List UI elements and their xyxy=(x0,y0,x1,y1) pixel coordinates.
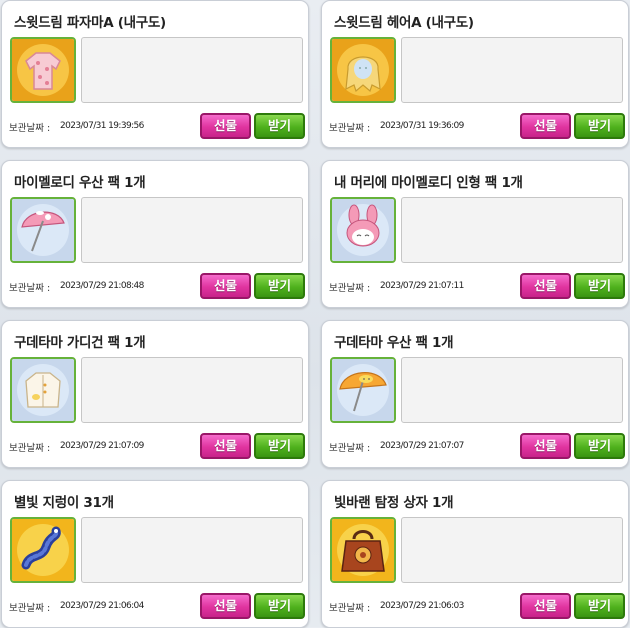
receive-button[interactable]: 받기 xyxy=(254,433,305,459)
receive-button[interactable]: 받기 xyxy=(574,593,625,619)
storage-date-label: 보관날짜 : xyxy=(329,123,371,134)
storage-item-card: 마이멜로디 우산 팩 1개 보관날짜 : 2023/07/29 21:08:48… xyxy=(1,160,309,308)
storage-date-label: 보관날짜 : xyxy=(9,283,51,294)
storage-date-label: 보관날짜 : xyxy=(9,603,51,614)
gift-button[interactable]: 선물 xyxy=(200,273,251,299)
gift-button[interactable]: 선물 xyxy=(520,273,571,299)
storage-date-label: 보관날짜 : xyxy=(329,603,371,614)
storage-date: 2023/07/29 21:07:09 xyxy=(60,441,144,451)
gift-button[interactable]: 선물 xyxy=(520,113,571,139)
item-title: 내 머리에 마이멜로디 인형 팩 1개 xyxy=(334,175,523,191)
storage-date-label: 보관날짜 : xyxy=(9,443,51,454)
storage-date: 2023/07/29 21:06:03 xyxy=(380,601,464,611)
cardigan-icon xyxy=(10,357,76,423)
my-melody-doll-icon xyxy=(330,197,396,263)
receive-button[interactable]: 받기 xyxy=(574,433,625,459)
receive-button[interactable]: 받기 xyxy=(254,593,305,619)
storage-item-card: 스윗드림 헤어A (내구도) 보관날짜 : 2023/07/31 19:36:0… xyxy=(321,0,629,148)
item-description-box xyxy=(401,37,623,103)
storage-item-card: 별빛 지렁이 31개 보관날짜 : 2023/07/29 21:06:04 선물… xyxy=(1,480,309,628)
storage-date: 2023/07/29 21:08:48 xyxy=(60,281,144,291)
item-title: 스윗드림 헤어A (내구도) xyxy=(334,15,474,31)
storage-date: 2023/07/31 19:39:56 xyxy=(60,121,144,131)
item-description-box xyxy=(401,357,623,423)
storage-date: 2023/07/31 19:36:09 xyxy=(380,121,464,131)
receive-button[interactable]: 받기 xyxy=(574,273,625,299)
item-title: 구데타마 우산 팩 1개 xyxy=(334,335,454,351)
item-title: 마이멜로디 우산 팩 1개 xyxy=(14,175,146,191)
gift-button[interactable]: 선물 xyxy=(200,113,251,139)
receive-button[interactable]: 받기 xyxy=(254,113,305,139)
gudetama-umbrella-icon xyxy=(330,357,396,423)
item-description-box xyxy=(81,357,303,423)
gift-button[interactable]: 선물 xyxy=(200,433,251,459)
item-title: 구데타마 가디건 팩 1개 xyxy=(14,335,146,351)
gift-button[interactable]: 선물 xyxy=(520,593,571,619)
item-title: 스윗드림 파자마A (내구도) xyxy=(14,15,166,31)
storage-item-card: 구데타마 가디건 팩 1개 보관날짜 : 2023/07/29 21:07:09… xyxy=(1,320,309,468)
my-melody-umbrella-icon xyxy=(10,197,76,263)
storage-date-label: 보관날짜 : xyxy=(329,283,371,294)
starlight-worm-icon xyxy=(10,517,76,583)
storage-date-label: 보관날짜 : xyxy=(9,123,51,134)
storage-date-label: 보관날짜 : xyxy=(329,443,371,454)
storage-item-card: 내 머리에 마이멜로디 인형 팩 1개 보관날짜 : 2023/07/29 21… xyxy=(321,160,629,308)
item-description-box xyxy=(81,517,303,583)
storage-grid: 스윗드림 파자마A (내구도) 보관날짜 : 2023/07/31 19:39:… xyxy=(0,0,630,628)
storage-date: 2023/07/29 21:06:04 xyxy=(60,601,144,611)
storage-date: 2023/07/29 21:07:11 xyxy=(380,281,464,291)
receive-button[interactable]: 받기 xyxy=(254,273,305,299)
receive-button[interactable]: 받기 xyxy=(574,113,625,139)
item-title: 별빛 지렁이 31개 xyxy=(14,495,114,511)
storage-date: 2023/07/29 21:07:07 xyxy=(380,441,464,451)
item-description-box xyxy=(81,197,303,263)
gift-button[interactable]: 선물 xyxy=(200,593,251,619)
storage-item-card: 스윗드림 파자마A (내구도) 보관날짜 : 2023/07/31 19:39:… xyxy=(1,0,309,148)
pajama-icon xyxy=(10,37,76,103)
blonde-hair-icon xyxy=(330,37,396,103)
detective-box-icon xyxy=(330,517,396,583)
item-description-box xyxy=(81,37,303,103)
item-description-box xyxy=(401,197,623,263)
storage-item-card: 빛바랜 탐정 상자 1개 보관날짜 : 2023/07/29 21:06:03 … xyxy=(321,480,629,628)
storage-item-card: 구데타마 우산 팩 1개 보관날짜 : 2023/07/29 21:07:07 … xyxy=(321,320,629,468)
gift-button[interactable]: 선물 xyxy=(520,433,571,459)
item-title: 빛바랜 탐정 상자 1개 xyxy=(334,495,454,511)
item-description-box xyxy=(401,517,623,583)
